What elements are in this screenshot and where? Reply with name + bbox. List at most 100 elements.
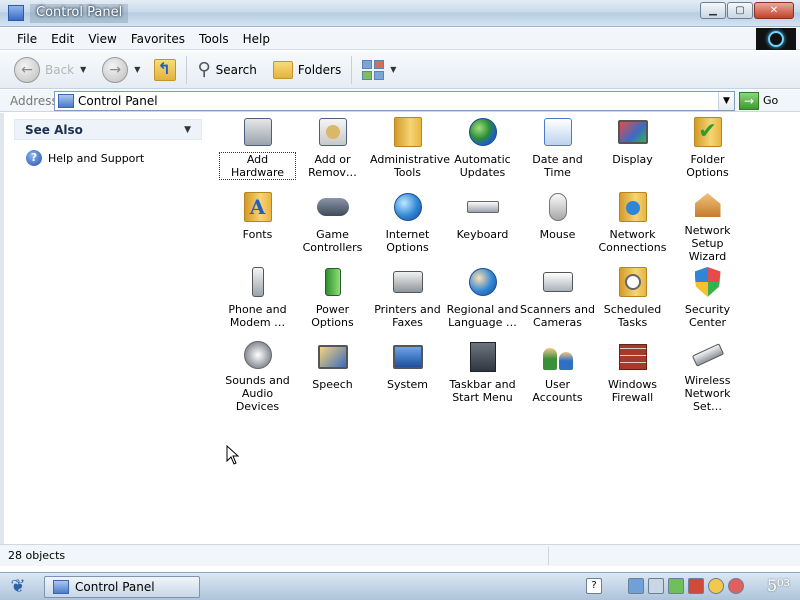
control-panel-item[interactable]: Add Hardware	[219, 113, 296, 188]
throbber-icon	[768, 31, 784, 47]
control-panel-item-label: Power Options	[311, 303, 354, 329]
control-panel-item[interactable]: Game Controllers	[295, 188, 370, 263]
shield-icon	[691, 265, 725, 299]
network-setup-icon	[691, 190, 725, 220]
help-and-support-label: Help and Support	[48, 151, 145, 165]
forward-button[interactable]: → ▼	[98, 56, 144, 83]
control-panel-item[interactable]: Speech	[295, 338, 370, 413]
control-panel-item[interactable]: Wireless Network Set…	[670, 338, 745, 413]
help-and-support-link[interactable]: ? Help and Support	[14, 150, 202, 166]
taskbar-button-label: Control Panel	[75, 580, 155, 594]
menu-help[interactable]: Help	[236, 32, 277, 46]
menu-edit[interactable]: Edit	[44, 32, 81, 46]
system-tray: ?	[586, 578, 748, 594]
security-tray-icon[interactable]	[668, 578, 684, 594]
go-button[interactable]: → Go	[739, 91, 779, 110]
fonts-folder-icon: A	[241, 190, 275, 224]
collapse-chevron-icon[interactable]: ▼	[184, 125, 191, 135]
title-bar[interactable]: Control Panel ▁ ▢ ✕	[0, 0, 800, 27]
messenger-tray-icon[interactable]	[708, 578, 724, 594]
firewall-tray-icon[interactable]	[688, 578, 704, 594]
address-label: Address	[10, 93, 58, 108]
control-panel-item[interactable]: Date and Time	[520, 113, 595, 188]
menu-file[interactable]: File	[10, 32, 44, 46]
control-panel-item[interactable]: Power Options	[295, 263, 370, 338]
control-panel-item[interactable]: Windows Firewall	[595, 338, 670, 413]
up-button[interactable]	[150, 58, 180, 81]
go-arrow-icon: →	[739, 91, 759, 110]
control-panel-item[interactable]: Administrative Tools	[370, 113, 450, 188]
control-panel-item[interactable]: User Accounts	[520, 338, 595, 413]
control-panel-item[interactable]: Display	[595, 113, 670, 188]
back-button[interactable]: ← Back ▼	[10, 56, 90, 83]
control-panel-item[interactable]: Network Connections	[595, 188, 670, 263]
search-button[interactable]: ⚲ Search	[193, 59, 260, 80]
menu-view[interactable]: View	[81, 32, 123, 46]
back-dropdown-icon[interactable]: ▼	[80, 65, 86, 74]
menu-tools[interactable]: Tools	[192, 32, 236, 46]
control-panel-item[interactable]: Internet Options	[370, 188, 445, 263]
gamepad-icon	[316, 190, 350, 224]
speech-icon	[316, 340, 350, 374]
views-icon	[362, 59, 385, 80]
taskbar: ❦ Control Panel ? 5⁰³	[0, 572, 800, 600]
go-label: Go	[763, 94, 779, 107]
see-also-header[interactable]: See Also ▼	[14, 119, 202, 140]
speaker-icon	[241, 340, 275, 370]
control-panel-item[interactable]: Scheduled Tasks	[595, 263, 670, 338]
control-panel-item[interactable]: A Fonts	[220, 188, 295, 263]
control-panel-item-label: User Accounts	[532, 378, 583, 404]
users-icon	[541, 340, 575, 374]
folder-options-icon: ✔	[691, 115, 725, 149]
control-panel-item[interactable]: Security Center	[670, 263, 745, 338]
control-panel-icon	[8, 5, 24, 21]
clock[interactable]: 5⁰³	[767, 576, 790, 595]
start-button-icon[interactable]: ❦	[8, 576, 28, 598]
control-panel-item[interactable]: ✔ Folder Options	[670, 113, 745, 188]
folders-button[interactable]: Folders	[269, 60, 345, 79]
taskbar-control-panel-button[interactable]: Control Panel	[44, 576, 200, 598]
printer-icon	[391, 265, 425, 299]
control-panel-item[interactable]: Printers and Faxes	[370, 263, 445, 338]
display-tray-icon[interactable]	[648, 578, 664, 594]
control-panel-item[interactable]: System	[370, 338, 445, 413]
control-panel-item-label: Add or Remov…	[308, 153, 357, 179]
control-panel-item[interactable]: Mouse	[520, 188, 595, 263]
control-panel-item[interactable]: Keyboard	[445, 188, 520, 263]
menu-favorites[interactable]: Favorites	[124, 32, 192, 46]
display-icon	[616, 115, 650, 149]
control-panel-item[interactable]: Network Setup Wizard	[670, 188, 745, 263]
forward-arrow-icon: →	[102, 56, 129, 83]
control-panel-item[interactable]: Phone and Modem …	[220, 263, 295, 338]
calendar-clock-icon	[541, 115, 575, 149]
control-panel-item[interactable]: Automatic Updates	[445, 113, 520, 188]
forward-dropdown-icon[interactable]: ▼	[134, 65, 140, 74]
close-button[interactable]: ✕	[754, 2, 794, 19]
control-panel-item-label: Speech	[312, 378, 353, 391]
address-dropdown-icon[interactable]: ▼	[718, 91, 734, 110]
content-area: See Also ▼ ? Help and Support Add Hardwa…	[0, 113, 800, 544]
control-panel-item-label: Network Connections	[598, 228, 667, 254]
maximize-button[interactable]: ▢	[727, 2, 753, 19]
control-panel-item[interactable]: Sounds and Audio Devices	[220, 338, 295, 413]
menu-bar: File Edit View Favorites Tools Help	[0, 28, 800, 50]
taskbar-icon	[466, 340, 500, 374]
views-button[interactable]: ▼	[358, 59, 400, 80]
toolbar: ← Back ▼ → ▼ ⚲ Search Folders ▼	[0, 51, 800, 89]
control-panel-item[interactable]: Taskbar and Start Menu	[445, 338, 520, 413]
system-icon	[391, 340, 425, 374]
control-panel-item[interactable]: Scanners and Cameras	[520, 263, 595, 338]
add-remove-icon	[316, 115, 350, 149]
back-arrow-icon: ←	[14, 56, 40, 83]
control-panel-item-label: Phone and Modem …	[228, 303, 287, 329]
help-tray-icon[interactable]: ?	[586, 578, 602, 594]
control-panel-item-label: System	[386, 378, 429, 391]
minimize-button[interactable]: ▁	[700, 2, 726, 19]
phone-icon	[241, 265, 275, 299]
control-panel-item[interactable]: Regional and Language …	[445, 263, 520, 338]
network-tray-icon[interactable]	[628, 578, 644, 594]
control-panel-item[interactable]: Add or Remov…	[295, 113, 370, 188]
control-panel-icon	[58, 93, 74, 108]
address-input[interactable]: Control Panel ▼	[54, 90, 735, 111]
alert-tray-icon[interactable]	[728, 578, 744, 594]
